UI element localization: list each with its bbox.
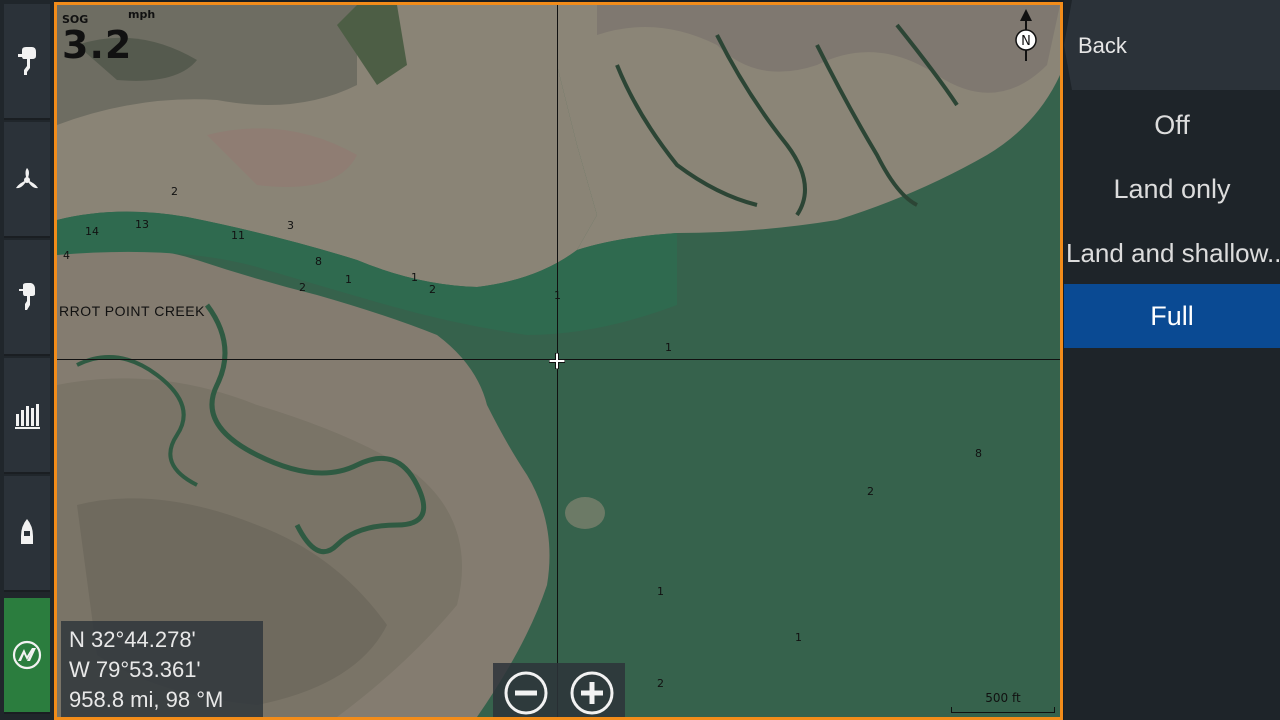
creek-label: RROT POINT CREEK bbox=[59, 303, 205, 319]
sidebar bbox=[0, 0, 54, 720]
propeller-icon bbox=[16, 168, 38, 189]
outboard-engine-icon bbox=[18, 47, 36, 75]
north-label: N bbox=[1021, 34, 1031, 49]
engine-profile-icon bbox=[19, 283, 35, 310]
zoom-in-icon[interactable] bbox=[569, 670, 615, 716]
depth-sounding: 2 bbox=[867, 485, 874, 498]
depth-sounding: 2 bbox=[657, 677, 664, 690]
menu-option-land-only[interactable]: Land only bbox=[1064, 157, 1280, 221]
depth-sounding: 1 bbox=[665, 341, 672, 354]
scale-bar-line bbox=[951, 707, 1055, 713]
sidebar-item-vessel[interactable] bbox=[4, 476, 50, 592]
depth-sounding: 1 bbox=[345, 273, 352, 286]
scale-bar: 500 ft bbox=[951, 691, 1055, 713]
depth-sounding: 2 bbox=[429, 283, 436, 296]
boat-icon bbox=[21, 519, 33, 544]
depth-sounding: 4 bbox=[63, 249, 70, 262]
mercury-logo-icon bbox=[12, 640, 42, 670]
chart-map[interactable]: RROT POINT CREEK 2 14 13 11 3 4 8 1 2 1 … bbox=[54, 2, 1063, 720]
depth-sounding: 8 bbox=[975, 447, 982, 460]
menu-option-land-and-shallow[interactable]: Land and shallow... bbox=[1064, 221, 1280, 285]
sidebar-item-engine-data[interactable] bbox=[4, 240, 50, 356]
depth-sounding: 2 bbox=[299, 281, 306, 294]
sidebar-item-mercury[interactable] bbox=[4, 598, 50, 714]
north-arrow-icon[interactable]: N bbox=[1014, 9, 1038, 65]
range-bearing: 958.8 mi, 98 °M bbox=[69, 687, 224, 712]
sidebar-item-gauges[interactable] bbox=[4, 358, 50, 474]
menu-option-off[interactable]: Off bbox=[1064, 93, 1280, 157]
scale-label: 500 ft bbox=[985, 691, 1021, 705]
depth-sounding: 14 bbox=[85, 225, 99, 238]
latitude: N 32°44.278' bbox=[69, 627, 196, 652]
depth-sounding: 11 bbox=[231, 229, 245, 242]
sog-unit: mph bbox=[128, 8, 156, 21]
longitude: W 79°53.361' bbox=[69, 657, 201, 682]
overlay-menu: Back Off Land only Land and shallow... F… bbox=[1064, 0, 1280, 720]
sog-readout: SOG mph 3.2 bbox=[62, 8, 155, 67]
back-button[interactable]: Back bbox=[1064, 0, 1280, 90]
depth-sounding: 8 bbox=[315, 255, 322, 268]
menu-option-full[interactable]: Full bbox=[1064, 284, 1280, 348]
zoom-out-icon[interactable] bbox=[503, 670, 549, 716]
depth-sounding: 1 bbox=[795, 631, 802, 644]
depth-sounding: 1 bbox=[657, 585, 664, 598]
sidebar-item-propeller[interactable] bbox=[4, 122, 50, 238]
depth-sounding: 13 bbox=[135, 218, 149, 231]
depth-sounding: 2 bbox=[171, 185, 178, 198]
depth-sounding: 1 bbox=[411, 271, 418, 284]
cursor-crosshair-icon[interactable] bbox=[549, 353, 565, 369]
sidebar-item-outboard-engine[interactable] bbox=[4, 4, 50, 120]
position-panel: N 32°44.278' W 79°53.361' 958.8 mi, 98 °… bbox=[61, 621, 263, 717]
zoom-controls bbox=[493, 663, 625, 717]
bar-gauges-icon bbox=[15, 404, 40, 429]
sog-value: 3.2 bbox=[62, 23, 133, 67]
depth-sounding: 3 bbox=[287, 219, 294, 232]
back-label: Back bbox=[1078, 33, 1127, 58]
